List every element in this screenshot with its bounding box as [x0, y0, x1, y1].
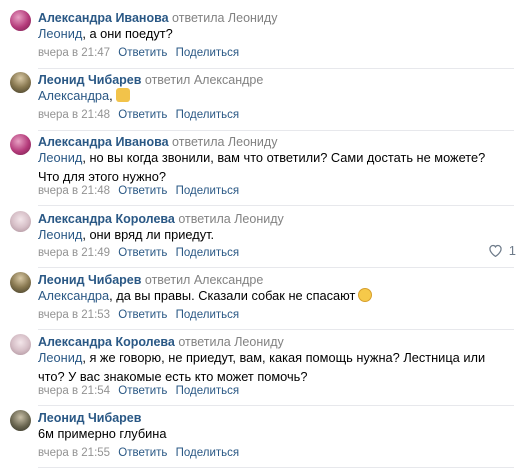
- avatar[interactable]: [10, 334, 31, 355]
- like-count: 1: [508, 243, 516, 258]
- reply-button[interactable]: Ответить: [118, 109, 167, 121]
- timestamp[interactable]: вчера в 21:54: [38, 385, 110, 397]
- reply-button[interactable]: Ответить: [118, 447, 167, 459]
- comment-meta: вчера в 21:55 Ответить Поделиться: [38, 446, 239, 460]
- divider: [38, 467, 514, 468]
- avatar[interactable]: [10, 272, 31, 293]
- divider: [38, 205, 514, 206]
- comment-meta: вчера в 21:48 Ответить Поделиться: [38, 184, 239, 198]
- reply-button[interactable]: Ответить: [118, 185, 167, 197]
- avatar[interactable]: [10, 10, 31, 31]
- comment-meta: вчера в 21:48 Ответить Поделиться: [38, 108, 239, 122]
- author-name[interactable]: Леонид Чибарев: [38, 73, 141, 87]
- reply-to[interactable]: ответила Леониду: [178, 212, 283, 226]
- divider: [38, 405, 514, 406]
- author-name[interactable]: Александра Королева: [38, 335, 175, 349]
- like-button[interactable]: 1: [488, 243, 516, 258]
- author-name[interactable]: Леонид Чибарев: [38, 411, 141, 425]
- author-name[interactable]: Александра Иванова: [38, 135, 169, 149]
- share-button[interactable]: Поделиться: [176, 109, 240, 121]
- divider: [38, 130, 514, 131]
- reply-button[interactable]: Ответить: [118, 247, 167, 259]
- comment-meta: вчера в 21:47 Ответить Поделиться: [38, 46, 239, 60]
- divider: [38, 68, 514, 69]
- reply-to[interactable]: ответила Леониду: [172, 135, 277, 149]
- author-name[interactable]: Александра Иванова: [38, 11, 169, 25]
- comment-text: Александра, да вы правы. Сказали собак н…: [38, 286, 508, 305]
- share-button[interactable]: Поделиться: [176, 385, 240, 397]
- mention-link[interactable]: Александра: [38, 88, 109, 103]
- share-button[interactable]: Поделиться: [176, 309, 240, 321]
- comment-meta: вчера в 21:53 Ответить Поделиться: [38, 308, 239, 322]
- reply-to[interactable]: ответил Александре: [145, 73, 263, 87]
- person-emoji-icon: [115, 88, 130, 102]
- reply-to[interactable]: ответила Леониду: [172, 11, 277, 25]
- timestamp[interactable]: вчера в 21:47: [38, 47, 110, 59]
- divider: [38, 267, 514, 268]
- avatar[interactable]: [10, 410, 31, 431]
- avatar[interactable]: [10, 72, 31, 93]
- comment-text: Леонид, я же говорю, не приедут, вам, ка…: [38, 350, 486, 384]
- comment-text: Леонид, но вы когда звонили, вам что отв…: [38, 150, 486, 184]
- reply-to[interactable]: ответила Леониду: [178, 335, 283, 349]
- comment-meta: вчера в 21:54 Ответить Поделиться: [38, 384, 239, 398]
- comment-meta: вчера в 21:49 Ответить Поделиться: [38, 246, 239, 260]
- timestamp[interactable]: вчера в 21:53: [38, 309, 110, 321]
- mention-link[interactable]: Александра: [38, 288, 109, 303]
- comment-text: Леонид, они вряд ли приедут.: [38, 227, 215, 242]
- share-button[interactable]: Поделиться: [176, 185, 240, 197]
- reply-button[interactable]: Ответить: [118, 309, 167, 321]
- share-button[interactable]: Поделиться: [176, 247, 240, 259]
- comment-text: Александра,: [38, 86, 508, 105]
- timestamp[interactable]: вчера в 21:49: [38, 247, 110, 259]
- comment-text: Леонид, а они поедут?: [38, 26, 173, 41]
- avatar[interactable]: [10, 211, 31, 232]
- sad-face-emoji-icon: [358, 288, 373, 302]
- divider: [38, 329, 514, 330]
- mention-link[interactable]: Леонид: [38, 227, 82, 242]
- timestamp[interactable]: вчера в 21:55: [38, 447, 110, 459]
- heart-icon: [489, 244, 502, 257]
- mention-link[interactable]: Леонид: [38, 26, 82, 41]
- avatar[interactable]: [10, 134, 31, 155]
- timestamp[interactable]: вчера в 21:48: [38, 185, 110, 197]
- timestamp[interactable]: вчера в 21:48: [38, 109, 110, 121]
- author-name[interactable]: Леонид Чибарев: [38, 273, 141, 287]
- mention-link[interactable]: Леонид: [38, 150, 82, 165]
- author-name[interactable]: Александра Королева: [38, 212, 175, 226]
- share-button[interactable]: Поделиться: [176, 47, 240, 59]
- comment-text: 6м примерно глубина: [38, 426, 167, 441]
- reply-button[interactable]: Ответить: [118, 385, 167, 397]
- mention-link[interactable]: Леонид: [38, 350, 82, 365]
- reply-to[interactable]: ответил Александре: [145, 273, 263, 287]
- reply-button[interactable]: Ответить: [118, 47, 167, 59]
- share-button[interactable]: Поделиться: [176, 447, 240, 459]
